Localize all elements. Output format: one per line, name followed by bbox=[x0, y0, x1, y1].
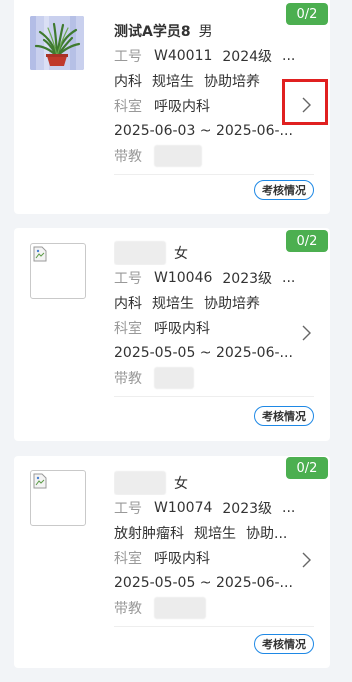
dept-value: 呼吸内科 bbox=[154, 550, 210, 567]
dept-label: 科室 bbox=[114, 98, 142, 115]
student-gender: 女 bbox=[174, 475, 188, 492]
student-card[interactable]: 0/2 女 工号 W10046 2023级 ... 内科 规培生 协助培养 科室… bbox=[14, 228, 330, 441]
mentor-name-redacted bbox=[154, 596, 206, 619]
plant-photo-icon bbox=[30, 16, 84, 70]
broken-image-icon bbox=[33, 246, 47, 262]
mentor-label: 带教 bbox=[114, 600, 142, 617]
department-value: 内科 bbox=[114, 295, 142, 312]
mode-value: 协助培养 bbox=[204, 73, 260, 90]
student-info: 女 工号 W10046 2023级 ... 内科 规培生 协助培养 科室 呼吸内… bbox=[114, 240, 314, 397]
date-range: 2025-05-05 ~ 2025-06-... bbox=[114, 574, 293, 591]
student-name-redacted bbox=[114, 240, 166, 265]
student-avatar bbox=[30, 470, 86, 526]
id-label: 工号 bbox=[114, 500, 142, 517]
department-value: 内科 bbox=[114, 73, 142, 90]
id-label: 工号 bbox=[114, 48, 142, 65]
student-avatar bbox=[30, 16, 84, 70]
student-avatar bbox=[30, 243, 86, 299]
type-value: 规培生 bbox=[152, 295, 194, 312]
student-info: 女 工号 W10074 2023级 ... 放射肿瘤科 规培生 协助... 科室… bbox=[114, 470, 314, 627]
dept-value: 呼吸内科 bbox=[154, 98, 210, 115]
student-name: 测试A学员8 bbox=[114, 23, 191, 40]
mentor-name-redacted bbox=[154, 366, 194, 389]
divider bbox=[114, 396, 314, 397]
type-value: 规培生 bbox=[152, 73, 194, 90]
id-value: W10046 bbox=[154, 269, 213, 286]
type-value: 规培生 bbox=[194, 525, 236, 542]
id-value: W40011 bbox=[154, 47, 213, 64]
student-gender: 女 bbox=[174, 245, 188, 262]
broken-image-icon bbox=[33, 473, 47, 489]
date-range: 2025-05-05 ~ 2025-06-... bbox=[114, 344, 293, 361]
chevron-right-icon[interactable] bbox=[300, 551, 314, 569]
student-gender: 男 bbox=[198, 23, 213, 40]
divider bbox=[114, 626, 314, 627]
dept-label: 科室 bbox=[114, 550, 142, 567]
mode-value: 协助... bbox=[246, 525, 288, 542]
mode-value: 协助培养 bbox=[204, 295, 260, 312]
highlight-annotation-box bbox=[282, 79, 328, 125]
id-label: 工号 bbox=[114, 270, 142, 287]
student-card[interactable]: 0/2 女 工号 W10074 2023级 ... 放射肿瘤科 规培生 协助..… bbox=[14, 456, 330, 668]
grade-more: ... bbox=[282, 269, 296, 286]
grade-value: 2023级 bbox=[222, 270, 273, 287]
dept-label: 科室 bbox=[114, 320, 142, 337]
divider bbox=[114, 174, 314, 175]
department-value: 放射肿瘤科 bbox=[114, 525, 184, 542]
assessment-status-button[interactable]: 考核情况 bbox=[254, 180, 314, 200]
id-value: W10074 bbox=[154, 499, 213, 516]
mentor-label: 带教 bbox=[114, 148, 142, 165]
dept-value: 呼吸内科 bbox=[154, 320, 210, 337]
student-name-redacted bbox=[114, 470, 166, 495]
mentor-name-redacted bbox=[154, 144, 202, 167]
assessment-status-button[interactable]: 考核情况 bbox=[254, 406, 314, 426]
date-range: 2025-06-03 ~ 2025-06-... bbox=[114, 122, 293, 139]
grade-value: 2024级 bbox=[222, 48, 273, 65]
assessment-status-button[interactable]: 考核情况 bbox=[254, 634, 314, 654]
mentor-label: 带教 bbox=[114, 370, 142, 387]
grade-more: ... bbox=[282, 499, 296, 516]
chevron-right-icon[interactable] bbox=[300, 324, 314, 342]
grade-value: 2023级 bbox=[222, 500, 273, 517]
grade-more: ... bbox=[282, 47, 296, 64]
